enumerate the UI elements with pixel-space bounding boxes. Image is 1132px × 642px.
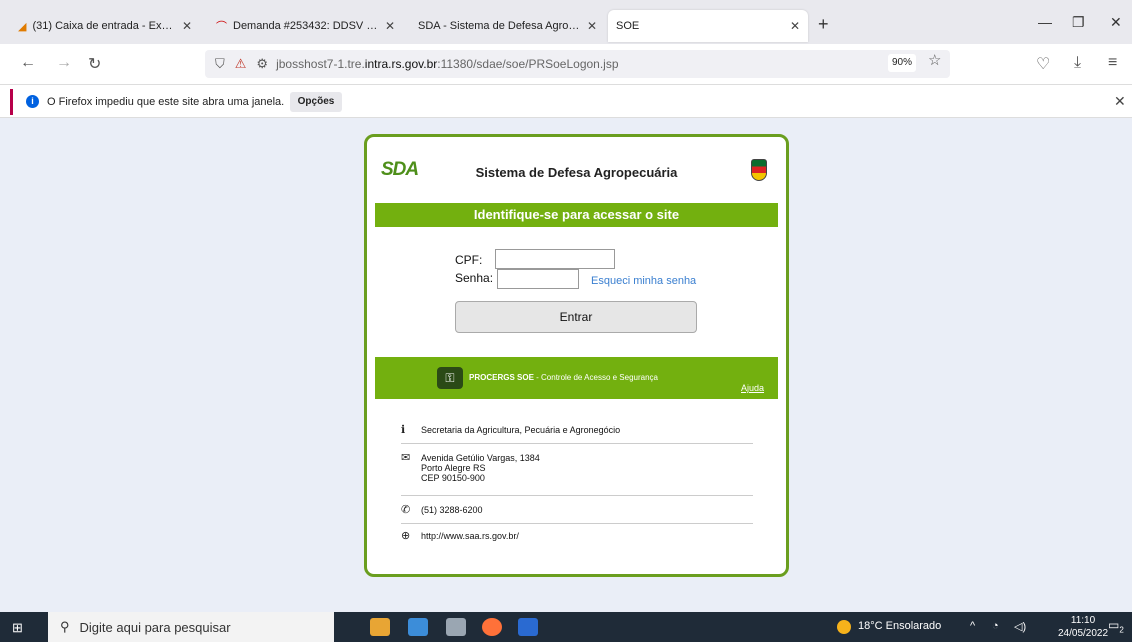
tab-label: SOE (616, 20, 640, 32)
info-icon: i (26, 95, 39, 108)
contact-text: (51) 3288-6200 (421, 505, 483, 515)
pocket-icon[interactable]: ♡ (1036, 54, 1050, 74)
download-icon[interactable]: ⤓ (1074, 54, 1081, 72)
clock[interactable]: 11:10 24/05/2022 (1058, 614, 1108, 640)
search-icon: ⚲ (60, 619, 70, 634)
popup-blocked-bar: i O Firefox impediu que este site abra u… (0, 84, 1132, 118)
close-window-icon[interactable]: ✕ (1110, 14, 1122, 31)
taskbar: ⊞ ⚲ Digite aqui para pesquisar 18°C Enso… (0, 612, 1132, 642)
restore-icon[interactable]: ❐ (1072, 14, 1085, 31)
senha-label: Senha: (455, 271, 494, 285)
tab-expresso[interactable]: ◢ (31) Caixa de entrada - Expresso ✕ (10, 10, 200, 42)
mail-app-icon: ◢ (18, 20, 27, 33)
file-explorer-icon[interactable] (370, 618, 390, 636)
divider (401, 495, 753, 496)
page-title: Sistema de Defesa Agropecuária (475, 165, 678, 180)
tab-label: Demanda #253432: DDSV - Cad (233, 20, 379, 32)
nav-bar: ← → ↻ ⛉ ⚠ ⚙ jbosshost7-1.tre.intra.rs.go… (0, 44, 1132, 84)
close-infobar-icon[interactable]: ✕ (1114, 93, 1126, 110)
wifi-icon[interactable]: ◔ (992, 620, 999, 632)
lock-warning-icon[interactable]: ⚠ (235, 56, 247, 72)
soe-banner: ⚿ PROCERGS SOE - Controle de Acesso e Se… (375, 357, 778, 399)
info-icon: ℹ (401, 424, 406, 436)
outlook-icon[interactable] (408, 618, 428, 636)
tab-bar: ◢ (31) Caixa de entrada - Expresso ✕ ⌒ D… (0, 0, 1132, 44)
rs-coat-of-arms-icon (751, 159, 767, 181)
windows-start-icon[interactable]: ⊞ (12, 620, 23, 636)
contact-text: Secretaria da Agricultura, Pecuária e Ag… (421, 425, 621, 435)
popup-blocked-message: O Firefox impediu que este site abra uma… (47, 96, 285, 108)
chevron-up-icon[interactable]: ^ (970, 620, 975, 632)
close-tab-icon[interactable]: ✕ (587, 19, 597, 33)
redmine-icon: ⌒ (216, 21, 227, 33)
tab-label: SDA - Sistema de Defesa Agropecuá (418, 20, 581, 32)
zoom-level[interactable]: 90% (888, 54, 916, 72)
contact-text: Avenida Getúlio Vargas, 1384 Porto Alegr… (421, 453, 540, 483)
webex-icon[interactable] (518, 618, 538, 636)
volume-icon[interactable]: ◁) (1014, 620, 1026, 633)
globe-icon: ⊕ (401, 530, 411, 542)
cpf-label: CPF: (455, 253, 483, 267)
close-tab-icon[interactable]: ✕ (385, 19, 395, 33)
cpf-input[interactable] (495, 249, 615, 269)
new-tab-button[interactable]: + (818, 14, 829, 35)
menu-icon[interactable]: ≡ (1108, 54, 1117, 72)
divider (401, 443, 753, 444)
password-input[interactable] (497, 269, 579, 289)
phone-icon: ✆ (401, 504, 411, 516)
divider (401, 523, 753, 524)
reload-icon[interactable]: ↻ (88, 54, 101, 74)
notification-icon[interactable]: ▭2 (1108, 618, 1124, 634)
soe-description: PROCERGS SOE - Controle de Acesso e Segu… (469, 373, 658, 382)
tab-sda[interactable]: SDA - Sistema de Defesa Agropecuá ✕ (410, 10, 605, 42)
tab-soe[interactable]: SOE ✕ (608, 10, 808, 42)
date: 24/05/2022 (1058, 628, 1109, 639)
key-icon: ⚿ (437, 367, 463, 389)
forgot-password-link[interactable]: Esqueci minha senha (591, 275, 696, 287)
weather-sun-icon (837, 620, 851, 634)
tab-demanda[interactable]: ⌒ Demanda #253432: DDSV - Cad ✕ (208, 10, 403, 42)
contact-website: ⊕ http://www.saa.rs.gov.br/ (401, 531, 753, 545)
bookmark-star-icon[interactable]: ☆ (928, 51, 941, 69)
close-tab-icon[interactable]: ✕ (182, 19, 192, 33)
firefox-icon[interactable] (482, 618, 502, 636)
contact-address: ✉ Avenida Getúlio Vargas, 1384 Porto Ale… (401, 453, 753, 487)
options-button[interactable]: Opções (290, 92, 342, 112)
contact-phone: ✆ (51) 3288-6200 (401, 505, 753, 519)
url-bar[interactable]: ⛉ ⚠ ⚙ jbosshost7-1.tre.intra.rs.gov.br:1… (205, 50, 950, 78)
page-content: SDA Sistema de Defesa Agropecuária Ident… (0, 118, 1132, 612)
back-icon[interactable]: ← (20, 54, 36, 72)
weather-text[interactable]: 18°C Ensolarado (858, 620, 941, 632)
bar-accent (10, 89, 13, 115)
minimize-icon[interactable]: — (1038, 14, 1052, 30)
login-heading: Identifique-se para acessar o site (375, 203, 778, 227)
close-tab-icon[interactable]: ✕ (790, 19, 800, 33)
envelope-icon: ✉ (401, 452, 411, 464)
contact-secretaria: ℹ Secretaria da Agricultura, Pecuária e … (401, 425, 753, 439)
taskbar-search[interactable]: ⚲ Digite aqui para pesquisar (48, 612, 334, 642)
time: 11:10 (1070, 615, 1096, 626)
url-text[interactable]: jbosshost7-1.tre.intra.rs.gov.br:11380/s… (276, 57, 618, 71)
contact-text: http://www.saa.rs.gov.br/ (421, 531, 519, 541)
tab-label: (31) Caixa de entrada - Expresso (32, 20, 175, 32)
forward-icon[interactable]: → (56, 54, 72, 72)
help-link[interactable]: Ajuda (741, 383, 764, 393)
login-button[interactable]: Entrar (455, 301, 697, 333)
search-placeholder: Digite aqui para pesquisar (79, 619, 231, 635)
permissions-icon[interactable]: ⚙ (256, 56, 268, 72)
login-card: SDA Sistema de Defesa Agropecuária Ident… (364, 134, 789, 577)
network-app-icon[interactable] (446, 618, 466, 636)
shield-icon[interactable]: ⛉ (215, 56, 225, 72)
